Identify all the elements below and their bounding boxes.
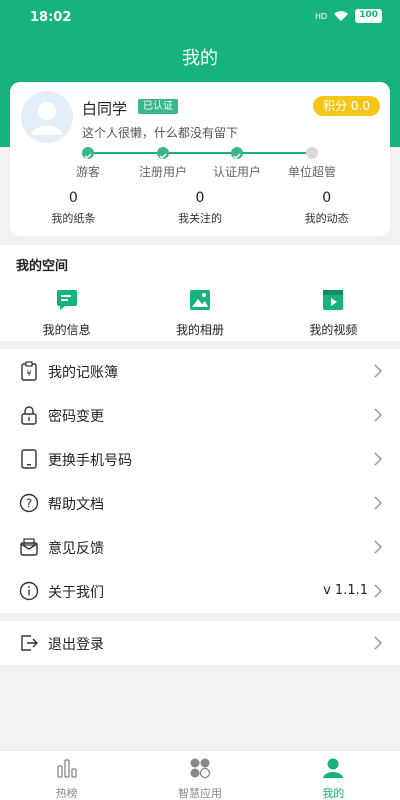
signal-icon: HD (315, 11, 328, 21)
space-item-video[interactable]: 我的视频 (267, 289, 400, 338)
stat-activity[interactable]: 0 我的动态 (263, 190, 390, 226)
logout-button[interactable]: 退出登录 (0, 621, 400, 665)
stat-value: 0 (195, 190, 205, 206)
tab-hot-list[interactable]: 热榜 (0, 751, 133, 800)
help-icon: ? (19, 493, 39, 513)
album-icon (189, 290, 210, 310)
progress-line-remaining (238, 152, 312, 154)
chart-icon (57, 759, 77, 778)
chevron-right-icon (374, 636, 382, 650)
chevron-right-icon (374, 584, 382, 598)
user-level-progress: 游客 注册用户 认证用户 单位超管 (10, 146, 390, 186)
stat-value: 0 (68, 190, 78, 206)
stat-label: 我的动态 (304, 212, 349, 225)
verified-badge: 已认证 (138, 99, 178, 114)
bottom-tab-bar: 热榜 智慧应用 我的 (0, 750, 400, 800)
tab-mine[interactable]: 我的 (267, 751, 400, 800)
status-time: 18:02 (30, 10, 72, 25)
menu-item-label: 帮助文档 (48, 497, 104, 513)
my-space-section: 我的空间 我的信息 我的相册 我的视频 (0, 245, 400, 341)
menu-item-help[interactable]: ? 帮助文档 (0, 481, 400, 525)
apps-icon (190, 758, 211, 779)
tab-label: 我的 (322, 787, 345, 800)
step-label: 认证用户 (212, 165, 261, 179)
menu-item-ledger[interactable]: ¥ 我的记账簿 (0, 349, 400, 393)
user-stats: 0 我的纸条 0 我关注的 0 我的动态 (10, 190, 390, 226)
step-label: 注册用户 (138, 165, 187, 179)
stat-following[interactable]: 0 我关注的 (137, 190, 264, 226)
wifi-icon (334, 11, 349, 21)
chevron-right-icon (374, 540, 382, 554)
menu-item-label: 关于我们 (48, 585, 104, 601)
menu-item-label: 意见反馈 (48, 541, 104, 557)
battery-icon: 100 (355, 9, 382, 23)
tab-smart-apps[interactable]: 智慧应用 (133, 751, 266, 800)
menu-item-change-phone[interactable]: 更换手机号码 (0, 437, 400, 481)
menu-item-feedback[interactable]: 意见反馈 (0, 525, 400, 569)
section-title: 我的空间 (16, 259, 69, 274)
menu-item-label: 我的记账簿 (48, 365, 118, 381)
user-signature: 这个人很懒，什么都没有留下 (82, 126, 239, 140)
status-icons: HD 100 (315, 9, 382, 23)
status-bar: 18:02 HD 100 (0, 0, 400, 36)
chevron-right-icon (374, 364, 382, 378)
stat-notes[interactable]: 0 我的纸条 (10, 190, 137, 226)
menu-item-password[interactable]: 密码变更 (0, 393, 400, 437)
points-badge[interactable]: 积分 0.0 (313, 96, 380, 116)
profile-card: 白同学 已认证 积分 0.0 这个人很懒，什么都没有留下 游客 注册用户 认证用… (10, 82, 390, 236)
space-item-info[interactable]: 我的信息 (0, 289, 133, 338)
logout-icon (21, 635, 38, 651)
page-title: 我的 (182, 48, 218, 69)
space-items: 我的信息 我的相册 我的视频 (0, 289, 400, 338)
user-icon (323, 758, 344, 778)
avatar-placeholder-icon (31, 102, 63, 135)
avatar[interactable] (21, 91, 73, 143)
chevron-right-icon (374, 496, 382, 510)
space-item-label: 我的视频 (309, 323, 358, 337)
logout-label: 退出登录 (48, 637, 104, 653)
stat-label: 我关注的 (178, 212, 222, 225)
chevron-right-icon (374, 452, 382, 466)
app-version: v 1.1.1 (323, 583, 368, 598)
menu-item-label: 密码变更 (48, 409, 104, 425)
svg-text:?: ? (26, 497, 32, 511)
space-item-album[interactable]: 我的相册 (133, 289, 266, 338)
video-icon (323, 290, 344, 310)
menu-item-about[interactable]: 关于我们 v 1.1.1 (0, 569, 400, 613)
step-pending-dot (306, 147, 318, 159)
step-check-icon (157, 147, 169, 160)
info-icon (19, 581, 39, 601)
space-item-label: 我的相册 (175, 323, 224, 337)
message-icon (56, 290, 77, 310)
step-label: 单位超管 (287, 165, 336, 179)
stat-label: 我的纸条 (51, 212, 96, 225)
svg-text:¥: ¥ (26, 369, 31, 378)
feedback-icon (20, 538, 38, 556)
settings-menu: ¥ 我的记账簿 密码变更 更换手机号码 ? 帮助文档 意见反馈 关于我们 v 1… (0, 349, 400, 613)
phone-icon (21, 449, 37, 469)
stat-value: 0 (322, 190, 332, 206)
lock-icon (21, 406, 37, 425)
menu-item-label: 更换手机号码 (48, 453, 132, 469)
chevron-right-icon (374, 408, 382, 422)
step-check-icon (231, 147, 243, 160)
step-check-icon (82, 147, 94, 160)
tab-label: 智慧应用 (177, 787, 222, 800)
username: 白同学 (82, 100, 128, 118)
space-item-label: 我的信息 (42, 323, 91, 337)
step-label: 游客 (75, 165, 100, 179)
tab-label: 热榜 (55, 787, 78, 800)
ledger-icon: ¥ (21, 361, 37, 381)
